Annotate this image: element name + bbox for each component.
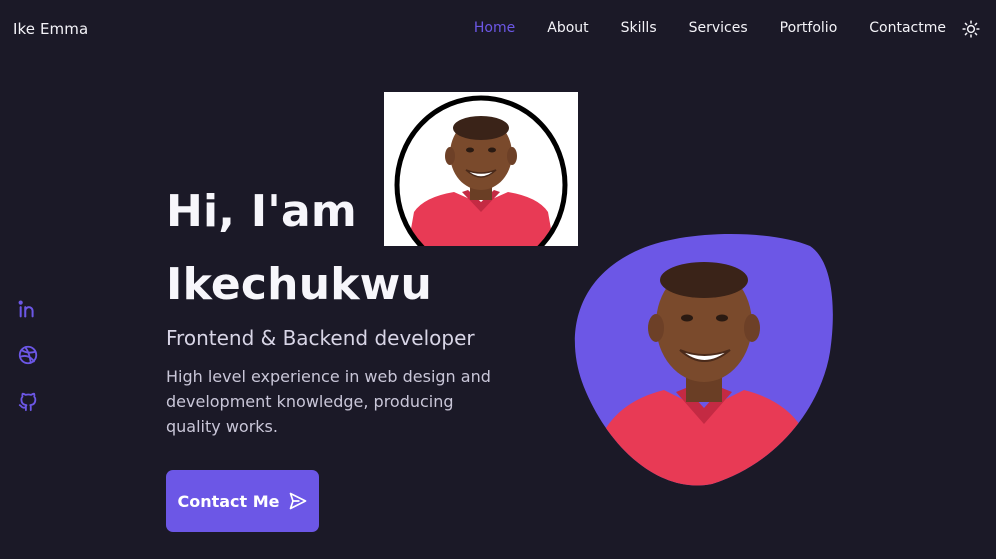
nav-link-skills[interactable]: Skills — [621, 20, 657, 36]
nav-link-about[interactable]: About — [547, 20, 588, 36]
brand-logo[interactable]: Ike Emma — [13, 20, 88, 38]
hero-subtitle: Frontend & Backend developer — [166, 326, 475, 350]
profile-photo-box — [384, 92, 578, 246]
profile-photo — [394, 95, 568, 246]
nav-links: Home About Skills Services Portfolio Con… — [474, 20, 946, 36]
github-icon[interactable] — [17, 390, 39, 412]
hero-description: High level experience in web design and … — [166, 367, 491, 436]
contact-me-button[interactable]: Contact Me — [166, 470, 319, 532]
contact-me-label: Contact Me — [177, 491, 280, 511]
top-navbar: Ike Emma Home About Skills Services Port… — [0, 0, 996, 58]
hero-name: Ikechukwu — [166, 259, 433, 310]
nav-link-services[interactable]: Services — [689, 20, 748, 36]
dribbble-icon[interactable] — [17, 344, 39, 366]
linkedin-icon[interactable] — [17, 298, 39, 320]
sun-icon[interactable] — [962, 20, 980, 38]
hero-greeting: Hi, I'am — [166, 186, 357, 237]
nav-link-contactme[interactable]: Contactme — [869, 20, 946, 36]
nav-link-portfolio[interactable]: Portfolio — [780, 20, 838, 36]
send-icon — [289, 492, 306, 510]
hero-portrait-blob — [574, 233, 833, 486]
nav-link-home[interactable]: Home — [474, 20, 515, 36]
